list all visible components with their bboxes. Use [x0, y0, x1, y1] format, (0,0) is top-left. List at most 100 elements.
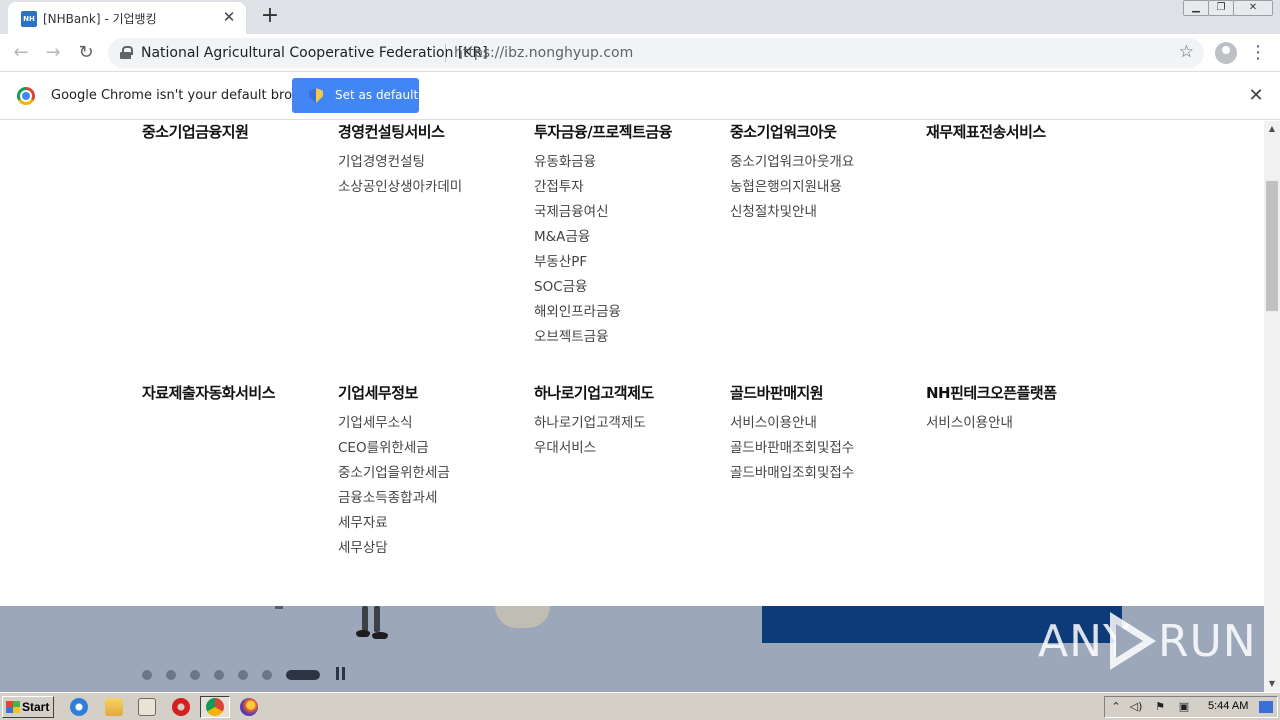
- menu-item-link[interactable]: 해외인프라금융: [534, 303, 724, 328]
- menu-item-link[interactable]: 기업경영컨설팅: [338, 153, 528, 178]
- menu-item-list: 중소기업워크아웃개요 농협은행의지원내용 신청절차및안내: [730, 153, 920, 228]
- watermark-text-right: RUN: [1158, 616, 1257, 667]
- menu-column: 중소기업워크아웃중소기업워크아웃개요 농협은행의지원내용 신청절차및안내: [730, 121, 920, 228]
- reload-icon[interactable]: ↻: [73, 40, 99, 66]
- carousel-dot[interactable]: [238, 670, 248, 680]
- page-scrollbar[interactable]: ▲ ▼: [1264, 121, 1280, 692]
- windows-logo-icon: [6, 701, 20, 713]
- menu-item-link[interactable]: 농협은행의지원내용: [730, 178, 920, 203]
- carousel-dot-active[interactable]: [286, 670, 320, 680]
- menu-column: 기업세무정보기업세무소식 CEO를위한세금 중소기업을위한세금 금융소득종합과세 세무자…: [338, 382, 528, 564]
- browser-toolbar: ← → ↻ National Agricultural Cooperative …: [0, 34, 1280, 72]
- minimize-button[interactable]: ▁: [1183, 0, 1209, 16]
- restore-button[interactable]: ❐: [1208, 0, 1234, 16]
- forward-arrow-icon[interactable]: →: [40, 40, 66, 66]
- carousel-pause-icon[interactable]: [335, 667, 347, 680]
- menu-category-title[interactable]: 기업세무정보: [338, 382, 528, 402]
- menu-column: 재무제표전송서비스: [926, 121, 1116, 153]
- menu-item-link[interactable]: 골드바매입조회및접수: [730, 464, 920, 489]
- menu-category-title[interactable]: 경영컨설팅서비스: [338, 121, 528, 141]
- chrome-menu-icon[interactable]: ⋮: [1248, 40, 1268, 66]
- menu-item-link[interactable]: 신청절차및안내: [730, 203, 920, 228]
- menu-item-link[interactable]: SOC금융: [534, 278, 724, 303]
- default-browser-infobar: Google Chrome isn't your default browser…: [0, 72, 1280, 120]
- browser-tab[interactable]: NH [NHBank] - 기업뱅킹 ✕: [8, 2, 246, 34]
- scroll-down-arrow-icon[interactable]: ▼: [1264, 676, 1280, 692]
- carousel-dot[interactable]: [262, 670, 272, 680]
- menu-category-title[interactable]: 중소기업워크아웃: [730, 121, 920, 141]
- menu-item-link[interactable]: 하나로기업고객제도: [534, 414, 724, 439]
- tray-expand-icon[interactable]: ⌃: [1109, 700, 1123, 714]
- menu-item-link[interactable]: 부동산PF: [534, 253, 724, 278]
- tab-close-icon[interactable]: ✕: [220, 8, 238, 26]
- menu-item-link[interactable]: 골드바판매조회및접수: [730, 439, 920, 464]
- set-as-default-button[interactable]: Set as default: [292, 78, 419, 113]
- scrollbar-thumb[interactable]: [1266, 181, 1278, 311]
- menu-category-title[interactable]: 골드바판매지원: [730, 382, 920, 402]
- back-arrow-icon[interactable]: ←: [8, 40, 34, 66]
- chrome-taskbar-button[interactable]: [200, 696, 230, 718]
- menu-item-link[interactable]: 기업세무소식: [338, 414, 528, 439]
- firefox-icon[interactable]: [240, 698, 258, 716]
- carousel-dot[interactable]: [142, 670, 152, 680]
- network-icon[interactable]: ▣: [1177, 700, 1191, 714]
- menu-item-link[interactable]: 오브젝트금융: [534, 328, 724, 353]
- action-center-flag-icon[interactable]: ⚑: [1153, 700, 1167, 714]
- menu-item-link[interactable]: 세무상담: [338, 539, 528, 564]
- start-label: Start: [22, 700, 50, 714]
- omnibox-separator: [445, 44, 446, 62]
- menu-category-title[interactable]: 하나로기업고객제도: [534, 382, 724, 402]
- internet-explorer-icon[interactable]: [70, 698, 88, 716]
- nh-favicon-icon: NH: [21, 11, 37, 27]
- volume-icon[interactable]: ◁): [1129, 700, 1143, 714]
- menu-column: NH핀테크오픈플랫폼서비스이용안내: [926, 382, 1116, 439]
- infobar-message: Google Chrome isn't your default browser: [51, 88, 323, 103]
- address-bar[interactable]: National Agricultural Cooperative Federa…: [108, 38, 1204, 68]
- file-explorer-icon[interactable]: [105, 698, 123, 716]
- menu-item-link[interactable]: 서비스이용안내: [730, 414, 920, 439]
- menu-category-title[interactable]: NH핀테크오픈플랫폼: [926, 382, 1116, 402]
- profile-avatar-icon[interactable]: [1215, 42, 1237, 64]
- new-tab-button[interactable]: +: [258, 3, 282, 29]
- system-tray: ⌃ ◁) ⚑ ▣ 5:44 AM: [1104, 696, 1278, 718]
- menu-category-title[interactable]: 재무제표전송서비스: [926, 121, 1116, 141]
- bookmark-star-icon[interactable]: ☆: [1179, 42, 1194, 62]
- menu-item-link[interactable]: 간접투자: [534, 178, 724, 203]
- menu-category-title[interactable]: 자료제출자동화서비스: [142, 382, 332, 402]
- page-viewport: 중소기업금융지원 경영컨설팅서비스 기업경영컨설팅 소상공인상생아카데미 투자금융/프로…: [0, 121, 1264, 692]
- menu-column: 골드바판매지원서비스이용안내 골드바판매조회및접수 골드바매입조회및접수: [730, 382, 920, 489]
- hero-detail: [275, 606, 283, 609]
- carousel-dot[interactable]: [190, 670, 200, 680]
- menu-item-link[interactable]: 금융소득종합과세: [338, 489, 528, 514]
- menu-category-title[interactable]: 투자금융/프로젝트금융: [534, 121, 724, 141]
- hero-person-illustration: [350, 606, 396, 641]
- menu-item-link[interactable]: 소상공인상생아카데미: [338, 178, 528, 203]
- opera-icon[interactable]: [172, 698, 190, 716]
- url-text[interactable]: https://ibz.nonghyup.com: [454, 45, 633, 61]
- menu-item-list: 기업세무소식 CEO를위한세금 중소기업을위한세금 금융소득종합과세 세무자료 세무상담: [338, 414, 528, 564]
- menu-category-title[interactable]: 중소기업금융지원: [142, 121, 332, 141]
- menu-item-link[interactable]: 우대서비스: [534, 439, 724, 464]
- menu-item-link[interactable]: M&A금융: [534, 228, 724, 253]
- tab-title: [NHBank] - 기업뱅킹: [43, 12, 157, 26]
- show-desktop-icon[interactable]: [1259, 701, 1273, 713]
- anyrun-watermark: ANY RUN: [1038, 612, 1256, 672]
- menu-item-link[interactable]: 세무자료: [338, 514, 528, 539]
- menu-item-link[interactable]: 유동화금융: [534, 153, 724, 178]
- menu-item-link[interactable]: 중소기업워크아웃개요: [730, 153, 920, 178]
- menu-item-link[interactable]: 국제금융여신: [534, 203, 724, 228]
- menu-item-list: 서비스이용안내: [926, 414, 1116, 439]
- menu-column: 투자금융/프로젝트금융유동화금융 간접투자 국제금융여신 M&A금융 부동산PF SOC금…: [534, 121, 724, 353]
- menu-item-list: 하나로기업고객제도 우대서비스: [534, 414, 724, 464]
- lock-icon[interactable]: [120, 46, 133, 59]
- menu-item-link[interactable]: CEO를위한세금: [338, 439, 528, 464]
- scroll-up-arrow-icon[interactable]: ▲: [1264, 121, 1280, 137]
- infobar-close-icon[interactable]: ✕: [1245, 85, 1267, 107]
- window-close-button[interactable]: ✕: [1233, 0, 1273, 16]
- menu-item-link[interactable]: 중소기업을위한세금: [338, 464, 528, 489]
- menu-item-link[interactable]: 서비스이용안내: [926, 414, 1116, 439]
- carousel-dot[interactable]: [166, 670, 176, 680]
- start-button[interactable]: Start: [2, 696, 54, 718]
- media-player-icon[interactable]: [138, 698, 156, 716]
- carousel-dot[interactable]: [214, 670, 224, 680]
